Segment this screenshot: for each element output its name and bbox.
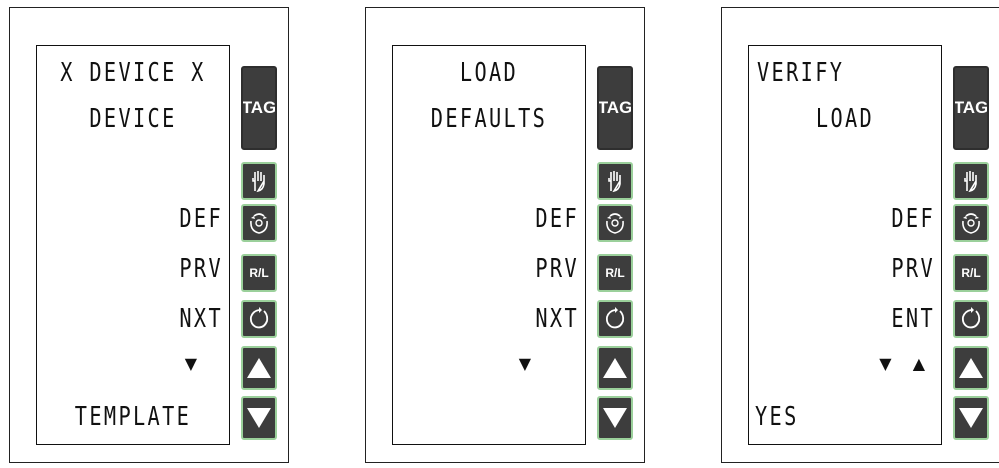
tag-key-label: TAG [597,98,633,117]
softkey-label-ent: ENT [891,304,935,334]
arrow-down-icon [959,408,983,428]
rl-key[interactable]: R/L [953,254,989,292]
up-key[interactable] [597,346,633,390]
tag-key[interactable]: TAG [241,66,277,150]
hand-key[interactable] [953,162,989,200]
tag-key[interactable]: TAG [597,66,633,150]
softkey-label-def: DEF [535,204,579,234]
softkey-label-def: DEF [179,204,223,234]
device-panel-2: LOAD DEFAULTS DEF PRV NXT ▼ TAG R/L [365,7,645,463]
display-line-1: X DEVICE X [60,58,206,88]
scroll-indicator: ▼ [518,354,539,373]
rl-key-label: R/L [961,266,981,280]
display-bottom-line: TEMPLATE [74,402,192,432]
display-line-1: VERIFY [757,58,845,88]
rotate-key[interactable] [241,300,277,338]
device-panel-3: VERIFY LOAD DEF PRV ENT ▼ ▲ YES TAG R/L [721,7,999,463]
scroll-indicator: ▼ [184,354,205,373]
down-key[interactable] [953,396,989,440]
arrow-down-icon [603,408,627,428]
device-panel-1: X DEVICE X DEVICE DEF PRV NXT ▼ TEMPLATE… [9,7,289,463]
arrow-up-icon [603,358,627,378]
arrow-up-icon [247,358,271,378]
softkey-label-prv: PRV [179,254,223,284]
display-bottom-line: YES [755,402,799,432]
up-key[interactable] [241,346,277,390]
torque-key[interactable] [953,204,989,242]
softkey-label-nxt: NXT [179,304,223,334]
torque-icon [250,213,268,234]
rl-key-label: R/L [249,266,269,280]
scroll-indicator: ▼ ▲ [879,354,933,373]
torque-icon [606,213,624,234]
rotate-icon [249,307,269,329]
hand-icon [252,171,265,193]
down-key[interactable] [597,396,633,440]
rotate-key[interactable] [597,300,633,338]
rl-key[interactable]: R/L [597,254,633,292]
torque-key[interactable] [241,204,277,242]
tag-key-label: TAG [241,98,277,117]
down-key[interactable] [241,396,277,440]
torque-key[interactable] [597,204,633,242]
display-line-1: LOAD [459,58,519,88]
softkey-label-def: DEF [891,204,935,234]
tag-key[interactable]: TAG [953,66,989,150]
softkey-label-nxt: NXT [535,304,579,334]
rotate-icon [961,307,981,329]
rl-key-label: R/L [605,266,625,280]
rotate-icon [605,307,625,329]
hand-key[interactable] [597,162,633,200]
lcd-display: X DEVICE X DEVICE DEF PRV NXT ▼ TEMPLATE [36,45,230,445]
torque-icon [962,213,980,234]
display-line-2: DEFAULTS [430,104,548,134]
up-key[interactable] [953,346,989,390]
hand-icon [964,171,977,193]
lcd-display: VERIFY LOAD DEF PRV ENT ▼ ▲ YES [748,45,942,445]
softkey-label-prv: PRV [891,254,935,284]
display-line-2: LOAD [815,104,875,134]
rotate-key[interactable] [953,300,989,338]
hand-icon [608,171,621,193]
hand-key[interactable] [241,162,277,200]
arrow-down-icon [247,408,271,428]
lcd-display: LOAD DEFAULTS DEF PRV NXT ▼ [392,45,586,445]
display-line-2: DEVICE [89,104,177,134]
softkey-label-prv: PRV [535,254,579,284]
arrow-up-icon [959,358,983,378]
tag-key-label: TAG [953,98,989,117]
rl-key[interactable]: R/L [241,254,277,292]
